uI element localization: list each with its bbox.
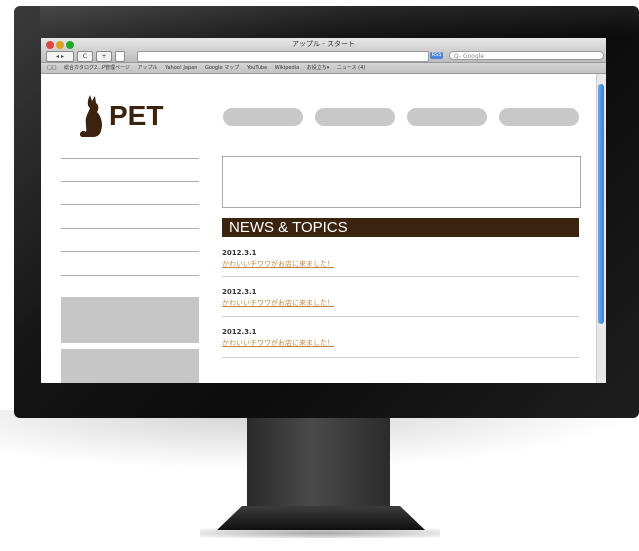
bezel-glare — [40, 6, 639, 36]
bookmark-item[interactable]: YouTube — [247, 65, 267, 71]
news-link[interactable]: かわいいチワワがお店に来ました！ — [222, 298, 334, 308]
back-forward-button[interactable]: ◂ ▸ — [46, 51, 74, 62]
search-input[interactable]: Q- Google — [449, 51, 604, 60]
site-logo-text[interactable]: PET — [109, 100, 163, 132]
add-bookmark-button[interactable]: + — [96, 51, 112, 62]
sidebar-banner[interactable] — [61, 297, 199, 343]
news-date: 2012.3.1 — [222, 249, 257, 257]
bookmarks-book-icon[interactable]: □□ — [47, 65, 56, 71]
sidebar-divider — [61, 251, 199, 252]
news-divider — [222, 357, 579, 358]
bookmark-item[interactable]: Yahoo! Japan — [165, 65, 197, 71]
rss-badge[interactable]: RSS — [430, 52, 443, 59]
bookmark-item[interactable]: Wikipedia — [275, 65, 299, 71]
cat-logo-icon — [79, 95, 102, 137]
bookmark-item[interactable]: Google マップ — [205, 65, 239, 71]
news-divider — [222, 316, 579, 317]
news-date: 2012.3.1 — [222, 288, 257, 296]
window-title: アップル - スタート — [292, 40, 355, 48]
favicon-icon — [115, 51, 125, 62]
sidebar-divider — [61, 275, 199, 276]
stand-shadow — [200, 528, 440, 538]
sidebar-divider — [61, 228, 199, 229]
main-banner — [222, 156, 581, 208]
title-bar: アップル - スタート ◂ ▸ C + RSS Q- Google — [41, 38, 606, 63]
scrollbar-thumb[interactable] — [598, 84, 604, 324]
close-button[interactable] — [46, 41, 54, 49]
news-divider — [222, 276, 579, 277]
monitor-stand-neck — [247, 418, 390, 508]
browser-window: アップル - スタート ◂ ▸ C + RSS Q- Google □□ 総合カ… — [41, 38, 606, 383]
bookmark-item[interactable]: アップル — [138, 65, 158, 71]
news-header: NEWS & TOPICS — [222, 218, 579, 237]
sidebar-divider — [61, 158, 199, 159]
nav-pill-3[interactable] — [407, 108, 487, 126]
sidebar-divider — [61, 204, 199, 205]
news-date: 2012.3.1 — [222, 328, 257, 336]
news-link[interactable]: かわいいチワワがお店に来ました！ — [222, 338, 334, 348]
bookmark-item[interactable]: 総合カタログ2...P管理ページ — [64, 65, 130, 71]
bookmark-item[interactable]: お役立ち▾ — [307, 65, 330, 71]
nav-pill-4[interactable] — [499, 108, 579, 126]
monitor-stand-base — [217, 506, 425, 530]
zoom-button[interactable] — [66, 41, 74, 49]
sidebar-divider — [61, 181, 199, 182]
sidebar-banner[interactable] — [61, 349, 199, 383]
url-field[interactable] — [137, 51, 429, 62]
bookmark-item[interactable]: ニュース (4) — [337, 65, 365, 71]
nav-pill-2[interactable] — [315, 108, 395, 126]
reload-button[interactable]: C — [77, 51, 93, 62]
minimize-button[interactable] — [56, 41, 64, 49]
news-link[interactable]: かわいいチワワがお店に来ました！ — [222, 259, 334, 269]
bookmarks-bar: □□ 総合カタログ2...P管理ページ アップル Yahoo! Japan Go… — [41, 63, 606, 74]
nav-pill-1[interactable] — [223, 108, 303, 126]
